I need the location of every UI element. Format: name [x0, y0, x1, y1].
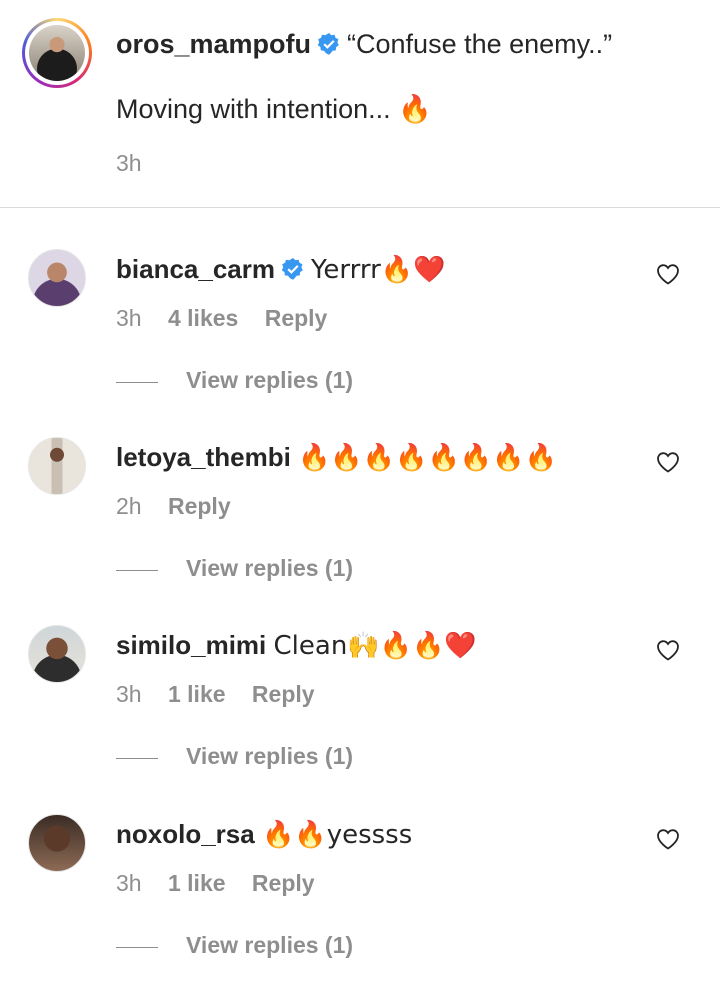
replies-line [116, 947, 158, 948]
view-replies-label[interactable]: View replies (1) [186, 555, 353, 582]
replies-line [116, 382, 158, 383]
author-avatar[interactable] [22, 18, 92, 88]
comment-text: Clean🙌🔥🔥❤️ [273, 631, 477, 661]
comment-time: 3h [116, 305, 142, 331]
caption-username[interactable]: oros_mampofu [116, 29, 311, 59]
comment-username[interactable]: noxolo_rsa [116, 819, 255, 849]
verified-badge-icon [281, 258, 303, 280]
comment-time: 2h [116, 493, 142, 519]
reply-button[interactable]: Reply [265, 305, 328, 331]
divider [0, 207, 720, 208]
reply-button[interactable]: Reply [252, 870, 315, 896]
comment-likes[interactable]: 1 like [168, 681, 226, 707]
comment-item: letoya_thembi 🔥🔥🔥🔥🔥🔥🔥🔥 2h Reply View rep… [0, 437, 720, 625]
commenter-avatar[interactable] [28, 625, 86, 683]
comment-likes[interactable]: 4 likes [168, 305, 238, 331]
view-replies-label[interactable]: View replies (1) [186, 932, 353, 959]
heart-outline-icon[interactable] [656, 639, 680, 661]
comment-likes[interactable]: 1 like [168, 870, 226, 896]
replies-line [116, 570, 158, 571]
heart-outline-icon[interactable] [656, 263, 680, 285]
caption-body: Moving with intention... [116, 94, 391, 124]
comment-text: 🔥🔥🔥🔥🔥🔥🔥🔥 [298, 443, 558, 473]
caption-quote: “Confuse the enemy..” [347, 29, 613, 59]
reply-button[interactable]: Reply [168, 493, 231, 519]
commenter-avatar[interactable] [28, 249, 86, 307]
heart-outline-icon[interactable] [656, 451, 680, 473]
post-caption: oros_mampofu “Confuse the enemy..” Moving… [0, 0, 720, 208]
view-replies-label[interactable]: View replies (1) [186, 743, 353, 770]
comment-item: similo_mimi Clean🙌🔥🔥❤️ 3h 1 like Reply V… [0, 625, 720, 813]
verified-badge-icon [317, 33, 339, 55]
comment-text: 🔥🔥yessss [261, 820, 413, 850]
comment-item: noxolo_rsa 🔥🔥yessss 3h 1 like Reply View… [0, 814, 720, 1002]
comment-username[interactable]: similo_mimi [116, 630, 266, 660]
heart-outline-icon[interactable] [656, 828, 680, 850]
comment-time: 3h [116, 870, 142, 896]
reply-button[interactable]: Reply [252, 681, 315, 707]
caption-fire-emoji: 🔥 [398, 94, 432, 125]
view-replies-label[interactable]: View replies (1) [186, 367, 353, 394]
comment-username[interactable]: bianca_carm [116, 254, 275, 284]
commenter-avatar[interactable] [28, 437, 86, 495]
replies-line [116, 758, 158, 759]
comment-item: bianca_carm Yerrrr🔥❤️ 3h 4 likes Reply Vi… [0, 249, 720, 437]
commenter-avatar[interactable] [28, 814, 86, 872]
caption-time: 3h [116, 150, 142, 176]
comment-username[interactable]: letoya_thembi [116, 442, 291, 472]
comment-time: 3h [116, 681, 142, 707]
comment-text: Yerrrr🔥❤️ [310, 255, 446, 285]
